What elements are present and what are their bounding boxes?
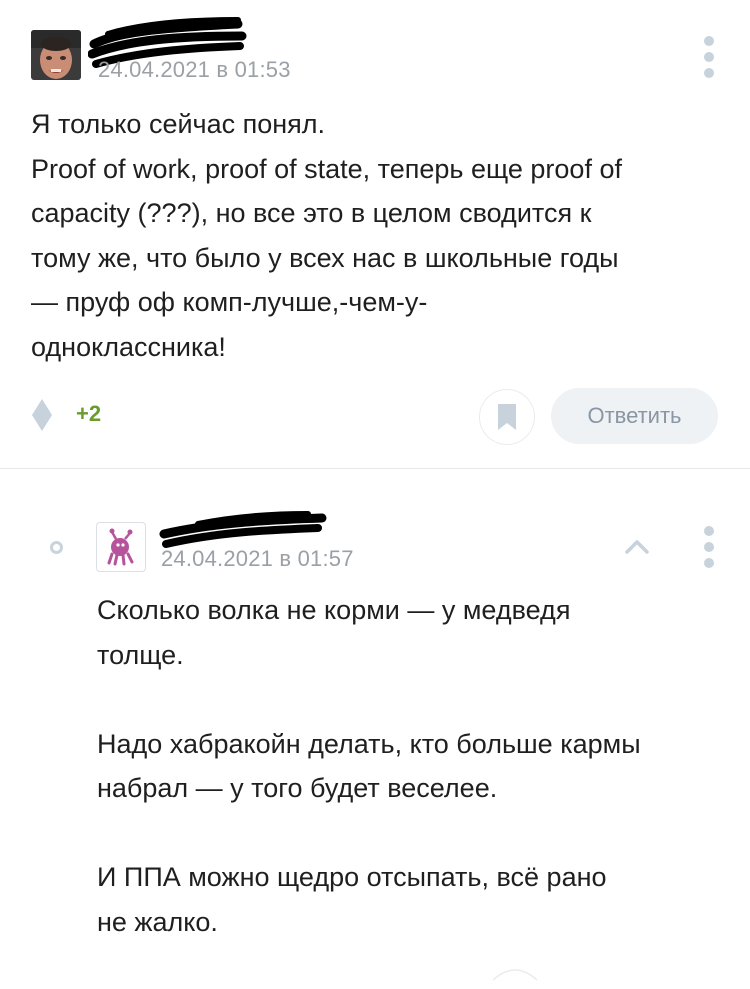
- comment-line: Сколько волка не корми — у медведя: [97, 595, 571, 625]
- comment-line: Proof of work, proof of state, теперь ещ…: [31, 153, 622, 184]
- more-options-icon[interactable]: [699, 36, 719, 80]
- comment-line: Надо хабракойн делать, кто больше кармы: [97, 728, 641, 759]
- comment-line: И ППА можно щедро отсыпать, всё рано: [97, 862, 607, 892]
- user-avatar[interactable]: [31, 30, 81, 80]
- vote-diamond-icon[interactable]: [31, 398, 53, 432]
- bookmark-button-partial[interactable]: [490, 962, 540, 982]
- comment-line: толще.: [97, 639, 184, 670]
- bookmark-icon: [498, 404, 516, 430]
- comment-paragraph: И ППА можно щедро отсыпать, всё рано не …: [97, 855, 737, 944]
- comment-line: тому же, что было у всех нас в школьные …: [31, 242, 619, 273]
- divider: [0, 468, 750, 469]
- rating-count: +2: [76, 401, 102, 426]
- comment-date: 24.04.2021 в 01:57: [161, 546, 354, 571]
- reply-button[interactable]: Ответить: [551, 388, 718, 444]
- comment-line: не жалко.: [97, 906, 218, 937]
- comment-date: 24.04.2021 в 01:53: [98, 57, 291, 82]
- bookmark-button[interactable]: [479, 389, 535, 445]
- comment-line: набрал — у того будет веселее.: [97, 773, 498, 803]
- comment-paragraph: Сколько волка не корми — у медведя толще…: [97, 588, 737, 677]
- comment-body: Сколько волка не корми — у медведя толще…: [97, 588, 737, 989]
- comment-paragraph: Надо хабракойн делать, кто больше кармы …: [97, 722, 737, 811]
- comment-body: Я только сейчас понял. Proof of work, pr…: [31, 102, 731, 369]
- chevron-up-icon[interactable]: [624, 537, 650, 555]
- user-avatar[interactable]: [96, 522, 146, 572]
- more-options-icon[interactable]: [699, 526, 719, 570]
- comment-line: Я только сейчас понял.: [31, 109, 326, 139]
- comment-line: — пруф оф комп-лучше,-чем-у-: [31, 287, 428, 317]
- thread-indicator-icon: [50, 541, 63, 554]
- comment-line: capacity (???), но все это в целом своди…: [31, 198, 592, 228]
- comment-line: одноклассника!: [31, 331, 226, 362]
